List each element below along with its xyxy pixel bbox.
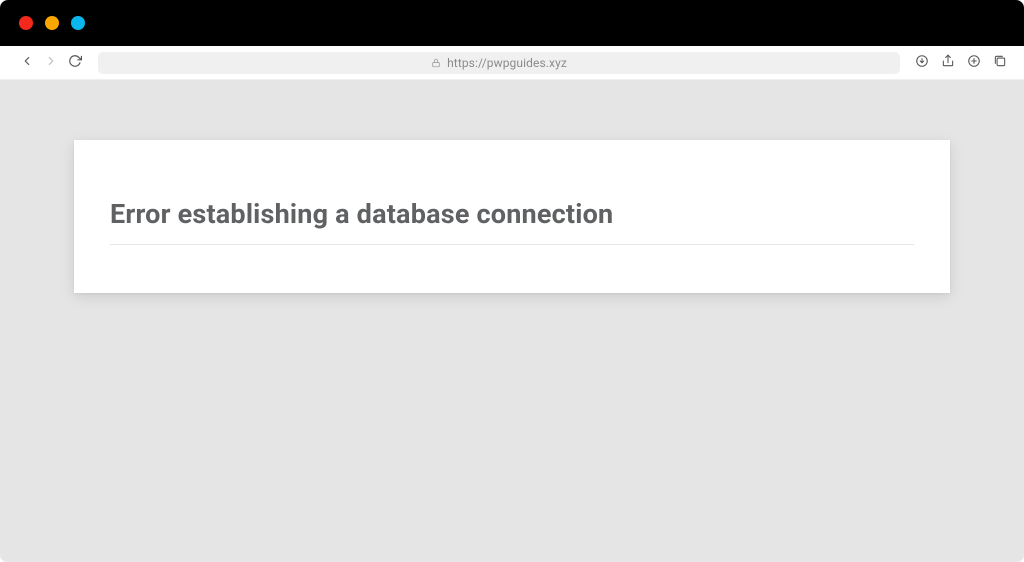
chevron-left-icon — [20, 53, 34, 72]
chevron-right-icon — [44, 53, 58, 72]
download-circle-icon — [915, 53, 929, 72]
lock-icon — [431, 58, 441, 68]
share-icon — [941, 53, 955, 72]
page-viewport: Error establishing a database connection — [0, 80, 1024, 562]
nav-button-group — [8, 52, 86, 74]
plus-circle-icon — [967, 53, 981, 72]
tabs-icon — [993, 53, 1007, 72]
error-heading: Error establishing a database connection — [110, 198, 914, 245]
error-card: Error establishing a database connection — [74, 140, 950, 293]
window-minimize-button[interactable] — [45, 16, 59, 30]
window-close-button[interactable] — [19, 16, 33, 30]
browser-toolbar: https://pwpguides.xyz — [0, 46, 1024, 80]
new-tab-button[interactable] — [964, 53, 984, 73]
reload-icon — [68, 53, 82, 72]
share-button[interactable] — [938, 53, 958, 73]
reload-button[interactable] — [64, 52, 86, 74]
window-zoom-button[interactable] — [71, 16, 85, 30]
tabs-overview-button[interactable] — [990, 53, 1010, 73]
titlebar — [0, 0, 1024, 46]
address-bar[interactable]: https://pwpguides.xyz — [98, 52, 900, 74]
address-text: https://pwpguides.xyz — [447, 56, 567, 70]
browser-window: https://pwpguides.xyz — [0, 0, 1024, 562]
toolbar-right-group — [912, 53, 1016, 73]
downloads-button[interactable] — [912, 53, 932, 73]
forward-button[interactable] — [40, 52, 62, 74]
back-button[interactable] — [16, 52, 38, 74]
